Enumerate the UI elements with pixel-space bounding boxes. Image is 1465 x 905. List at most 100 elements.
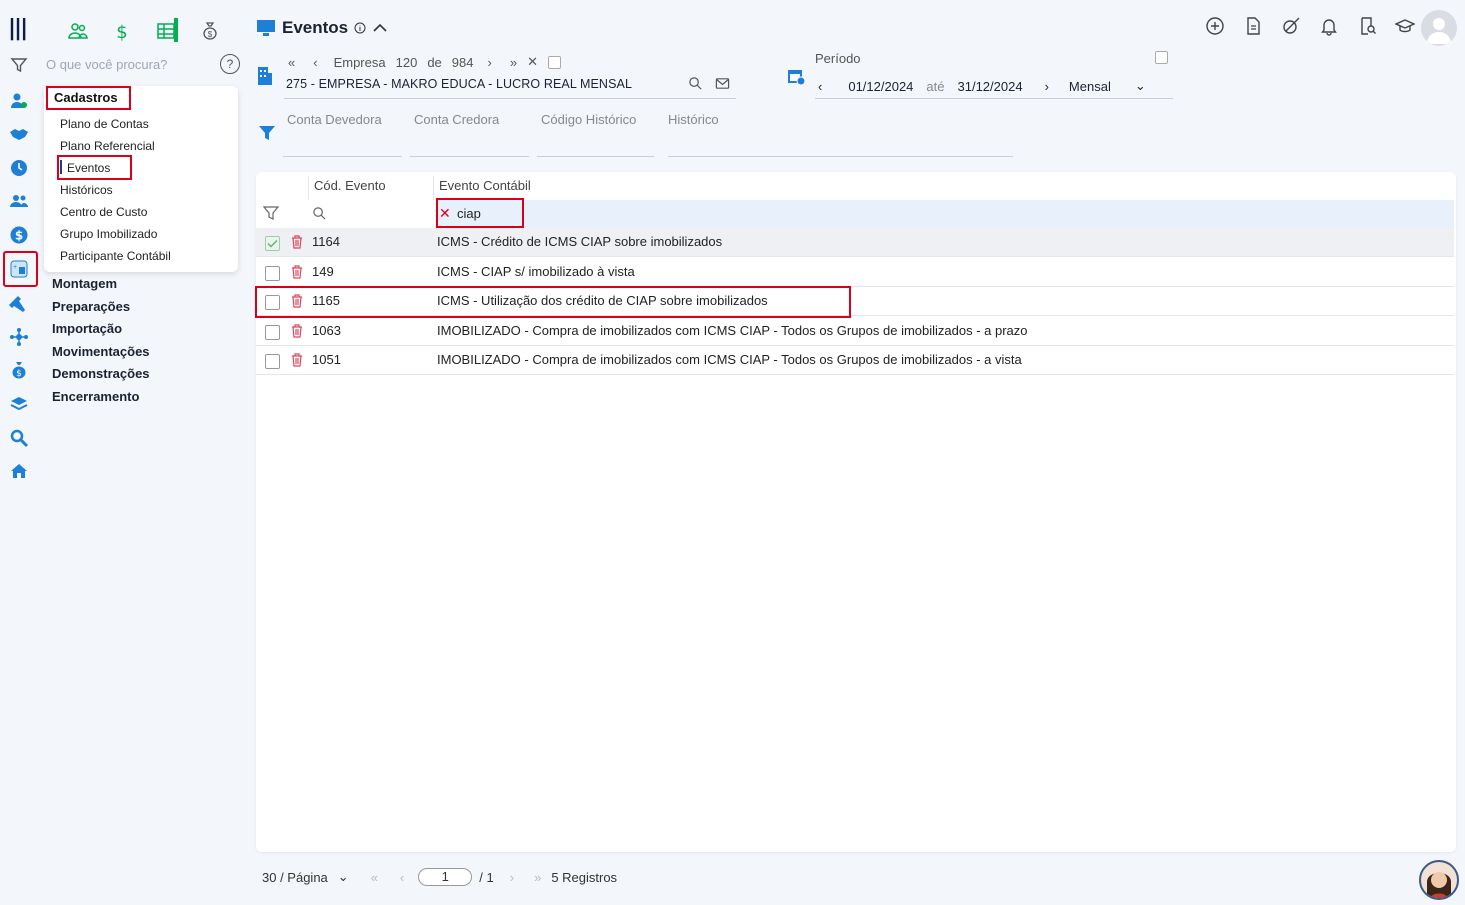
filter-conta-credora[interactable]: Conta Credora bbox=[414, 112, 499, 127]
row-checkbox[interactable] bbox=[265, 265, 280, 281]
menu-section-montagem[interactable]: Montagem bbox=[52, 276, 117, 291]
eventos-highlight bbox=[57, 155, 132, 180]
periodo-prev-icon[interactable]: ‹ bbox=[818, 79, 822, 94]
periodo-checkbox[interactable] bbox=[1155, 51, 1168, 64]
col-header-evento[interactable]: Evento Contábil bbox=[439, 178, 531, 193]
tools-icon[interactable] bbox=[8, 293, 30, 315]
page-title: Eventos bbox=[282, 18, 349, 37]
user-money-icon[interactable] bbox=[8, 90, 30, 112]
periodo-end[interactable]: 31/12/2024 bbox=[958, 79, 1023, 94]
col-divider bbox=[433, 176, 434, 200]
prev-icon[interactable]: ‹ bbox=[313, 55, 317, 70]
filter-codigo-historico[interactable]: Código Histórico bbox=[541, 112, 636, 127]
money-bag-app-icon[interactable]: $ bbox=[188, 18, 232, 44]
prev-page-icon[interactable]: ‹ bbox=[400, 870, 404, 885]
user-avatar[interactable] bbox=[1421, 10, 1457, 46]
table-row[interactable]: 1051 IMOBILIZADO - Compra de imobilizados… bbox=[256, 346, 1454, 376]
svg-text:$: $ bbox=[16, 369, 22, 379]
menu-item-historicos[interactable]: Históricos bbox=[60, 183, 113, 197]
handshake-icon[interactable] bbox=[8, 123, 30, 145]
search-input[interactable]: O que você procura? bbox=[46, 57, 167, 72]
periodo-ate: até bbox=[926, 78, 945, 94]
menu-item-plano-referencial[interactable]: Plano Referencial bbox=[60, 139, 155, 153]
periodo-type[interactable]: Mensal bbox=[1069, 79, 1111, 94]
menu-search[interactable]: O que você procura? ? bbox=[12, 54, 240, 76]
search-icon[interactable] bbox=[8, 427, 30, 449]
menu-item-plano-de-contas[interactable]: Plano de Contas bbox=[60, 117, 149, 131]
users-icon[interactable] bbox=[8, 190, 30, 212]
close-icon[interactable]: ✕ bbox=[527, 54, 538, 70]
first-page-icon[interactable]: « bbox=[288, 55, 295, 70]
home-icon[interactable] bbox=[8, 460, 30, 482]
delete-icon[interactable] bbox=[289, 352, 305, 368]
empresa-checkbox[interactable] bbox=[547, 55, 561, 69]
filter-icon[interactable] bbox=[263, 205, 279, 221]
menu-section-encerramento[interactable]: Encerramento bbox=[52, 389, 139, 404]
chevron-up-icon[interactable] bbox=[372, 22, 388, 34]
periodo-start[interactable]: 01/12/2024 bbox=[848, 79, 913, 94]
menu-section-demonstracoes[interactable]: Demonstrações bbox=[52, 366, 150, 381]
menu-item-grupo-imobilizado[interactable]: Grupo Imobilizado bbox=[60, 227, 157, 241]
satellite-icon[interactable] bbox=[1281, 16, 1301, 36]
document-icon[interactable] bbox=[1243, 16, 1263, 36]
per-page-select[interactable]: 30 / Página bbox=[262, 870, 328, 885]
help-icon[interactable]: ? bbox=[220, 54, 240, 74]
search-icon[interactable] bbox=[312, 206, 327, 221]
filter-historico[interactable]: Histórico bbox=[668, 112, 719, 127]
empresa-name[interactable]: 275 - EMPRESA - MAKRO EDUCA - LUCRO REAL… bbox=[286, 77, 632, 91]
menu-item-participante-contabil[interactable]: Participante Contábil bbox=[60, 249, 171, 263]
first-page-icon[interactable]: « bbox=[371, 870, 378, 885]
event-description: ICMS - Crédito de ICMS CIAP sobre imobil… bbox=[437, 234, 723, 249]
table-row[interactable]: 1164 ICMS - Crédito de ICMS CIAP sobre im… bbox=[256, 228, 1454, 257]
underline bbox=[668, 156, 1013, 157]
delete-icon[interactable] bbox=[289, 264, 305, 280]
menu-item-centro-de-custo[interactable]: Centro de Custo bbox=[60, 205, 147, 219]
add-circle-icon[interactable] bbox=[1205, 16, 1225, 36]
row-checkbox[interactable] bbox=[265, 324, 280, 340]
bell-icon[interactable] bbox=[1319, 16, 1339, 36]
layers-icon[interactable] bbox=[8, 393, 30, 415]
people-icon[interactable] bbox=[56, 18, 100, 44]
search-icon[interactable] bbox=[688, 76, 703, 91]
next-page-icon[interactable]: › bbox=[510, 870, 514, 885]
next-icon[interactable]: › bbox=[487, 55, 491, 70]
filter-conta-devedora[interactable]: Conta Devedora bbox=[287, 112, 382, 127]
delete-icon[interactable] bbox=[289, 234, 305, 250]
empresa-actions bbox=[688, 76, 730, 91]
network-icon[interactable] bbox=[8, 326, 30, 348]
table-row[interactable]: 149 ICMS - CIAP s/ imobilizado à vista bbox=[256, 258, 1454, 287]
graduation-cap-icon[interactable] bbox=[1395, 16, 1415, 36]
report-search-icon[interactable] bbox=[1357, 16, 1377, 36]
assistant-avatar[interactable] bbox=[1419, 860, 1459, 900]
svg-text:$: $ bbox=[116, 22, 127, 41]
event-description: IMOBILIZADO - Compra de imobilizados com… bbox=[437, 322, 1028, 338]
building-icon bbox=[258, 67, 272, 85]
clock-icon[interactable] bbox=[8, 157, 30, 179]
row-checkbox[interactable] bbox=[265, 354, 280, 370]
row-checkbox[interactable] bbox=[265, 236, 280, 251]
dollar-icon[interactable]: $ bbox=[8, 224, 30, 246]
info-icon[interactable]: i bbox=[354, 22, 366, 34]
filter-fields: Conta Devedora Conta Credora Código Hist… bbox=[256, 112, 1016, 158]
event-description: IMOBILIZADO - Compra de imobilizados com… bbox=[437, 352, 1022, 368]
page-number-input[interactable]: 1 bbox=[418, 868, 473, 886]
menu-section-preparacoes[interactable]: Preparações bbox=[52, 299, 130, 314]
table-row[interactable]: 1063 IMOBILIZADO - Compra de imobilizados… bbox=[256, 317, 1454, 346]
menu-section-movimentacoes[interactable]: Movimentações bbox=[52, 344, 150, 359]
last-page-icon[interactable]: » bbox=[510, 55, 517, 70]
money-bag-icon[interactable]: $ bbox=[8, 359, 30, 381]
menu-section-cadastros[interactable]: Cadastros bbox=[46, 86, 131, 110]
dollar-app-icon[interactable]: $ bbox=[100, 18, 144, 44]
periodo-next-icon[interactable]: › bbox=[1045, 79, 1049, 94]
grid-app-icon[interactable] bbox=[144, 18, 188, 44]
mail-icon[interactable] bbox=[715, 76, 730, 91]
app-logo[interactable]: ||| bbox=[8, 16, 28, 41]
chevron-down-icon[interactable]: ⌄ bbox=[1135, 78, 1146, 94]
menu-section-importacao[interactable]: Importação bbox=[52, 321, 122, 336]
event-description: ICMS - CIAP s/ imobilizado à vista bbox=[437, 263, 635, 279]
chevron-down-icon[interactable]: ⌄ bbox=[338, 869, 349, 885]
last-page-icon[interactable]: » bbox=[534, 870, 541, 885]
delete-icon[interactable] bbox=[289, 323, 305, 339]
app-switcher: $ $ bbox=[56, 18, 232, 44]
col-header-codigo[interactable]: Cód. Evento bbox=[314, 178, 386, 193]
